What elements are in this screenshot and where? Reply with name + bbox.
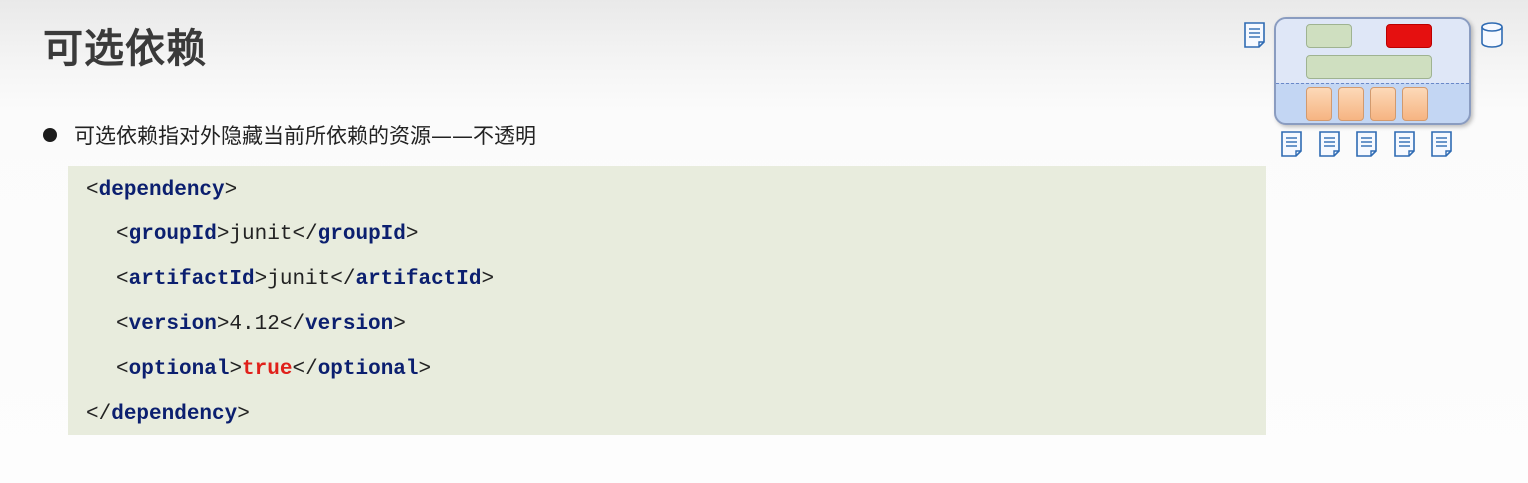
document-icon bbox=[1319, 131, 1340, 157]
bullet-dot bbox=[43, 128, 57, 142]
code-line-version: <version>4.12</version> bbox=[116, 313, 406, 336]
code-tag: artifactId bbox=[355, 268, 482, 291]
module-panel bbox=[1274, 17, 1471, 125]
document-icon bbox=[1281, 131, 1302, 157]
optional-module-block bbox=[1386, 24, 1432, 48]
dependency-block bbox=[1338, 87, 1364, 121]
document-icon bbox=[1356, 131, 1377, 157]
code-block: <dependency> <groupId>junit</groupId> <a… bbox=[68, 166, 1266, 435]
bullet-text: 可选依赖指对外隐藏当前所依赖的资源——不透明 bbox=[74, 124, 536, 148]
code-tag: dependency bbox=[111, 403, 238, 426]
dependency-block bbox=[1306, 87, 1332, 121]
code-tag: groupId bbox=[317, 223, 406, 246]
dependency-block bbox=[1370, 87, 1396, 121]
code-tag: optional bbox=[317, 358, 419, 381]
database-icon bbox=[1481, 22, 1503, 48]
code-tag: version bbox=[128, 313, 217, 336]
code-line-dependency-close: </dependency> bbox=[86, 403, 250, 426]
optional-true-value: true bbox=[242, 358, 293, 381]
code-tag: artifactId bbox=[128, 268, 255, 291]
dependency-diagram bbox=[1240, 14, 1520, 164]
code-tag: dependency bbox=[98, 179, 225, 202]
document-icon bbox=[1394, 131, 1415, 157]
module-block bbox=[1306, 55, 1432, 79]
document-icon bbox=[1431, 131, 1452, 157]
code-line-artifactid: <artifactId>junit</artifactId> bbox=[116, 268, 495, 291]
document-icon bbox=[1244, 22, 1265, 48]
slide-title: 可选依赖 bbox=[43, 26, 207, 72]
code-line-dependency-open: <dependency> bbox=[86, 179, 238, 202]
code-tag: groupId bbox=[128, 223, 217, 246]
code-line-optional: <optional>true</optional> bbox=[116, 358, 432, 381]
module-block bbox=[1306, 24, 1352, 48]
bullet-point: 可选依赖指对外隐藏当前所依赖的资源——不透明 bbox=[43, 120, 536, 150]
dependency-block bbox=[1402, 87, 1428, 121]
code-line-groupid: <groupId>junit</groupId> bbox=[116, 223, 419, 246]
code-tag: optional bbox=[128, 358, 230, 381]
code-tag: version bbox=[305, 313, 394, 336]
